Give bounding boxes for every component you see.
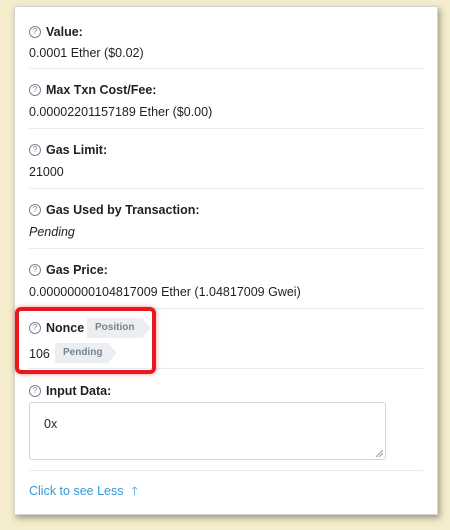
help-icon[interactable]: ? [29,204,41,216]
gas-limit-label-group: ? Gas Limit: [29,143,107,157]
help-icon[interactable]: ? [29,385,41,397]
resize-grip-icon[interactable] [375,449,383,457]
max-fee-label: Max Txn Cost/Fee: [46,83,157,97]
input-data-label: Input Data: [46,384,112,398]
gas-used-label: Gas Used by Transaction: [46,203,200,217]
help-icon[interactable]: ? [29,264,41,276]
help-icon[interactable]: ? [29,26,41,38]
value-row: ? Value: 0.0001 Ether ($0.02) [29,7,423,69]
gas-price-row: ? Gas Price: 0.00000000104817009 Ether (… [29,249,423,309]
value-amount: 0.0001 Ether ($0.02) [29,46,144,60]
nonce-highlight-box [15,307,156,374]
gas-limit-amount: 21000 [29,165,64,179]
gas-limit-label: Gas Limit: [46,143,108,157]
gas-used-row: ? Gas Used by Transaction: Pending [29,189,423,249]
see-less-label: Click to see Less [29,484,124,498]
transaction-details-panel: ? Value: 0.0001 Ether ($0.02) ? Max Txn … [14,6,438,515]
gas-used-label-group: ? Gas Used by Transaction: [29,203,200,217]
input-data-textarea[interactable]: 0x [29,402,386,460]
max-fee-row: ? Max Txn Cost/Fee: 0.00002201157189 Eth… [29,69,423,129]
input-data-value: 0x [44,417,58,431]
value-label: Value: [46,25,83,39]
gas-used-status: Pending [29,225,75,239]
see-less-link[interactable]: Click to see Less 🡑 [29,482,138,503]
input-data-label-group: ? Input Data: [29,384,111,398]
help-icon[interactable]: ? [29,84,41,96]
gas-price-amount: 0.00000000104817009 Ether (1.04817009 Gw… [29,285,301,299]
arrow-up-icon: 🡑 [131,484,138,498]
value-label-group: ? Value: [29,25,83,39]
max-fee-amount: 0.00002201157189 Ether ($0.00) [29,105,213,119]
max-fee-label-group: ? Max Txn Cost/Fee: [29,83,156,97]
help-icon[interactable]: ? [29,144,41,156]
gas-limit-row: ? Gas Limit: 21000 [29,129,423,189]
gas-price-label-group: ? Gas Price: [29,263,108,277]
gas-price-label: Gas Price: [46,263,108,277]
